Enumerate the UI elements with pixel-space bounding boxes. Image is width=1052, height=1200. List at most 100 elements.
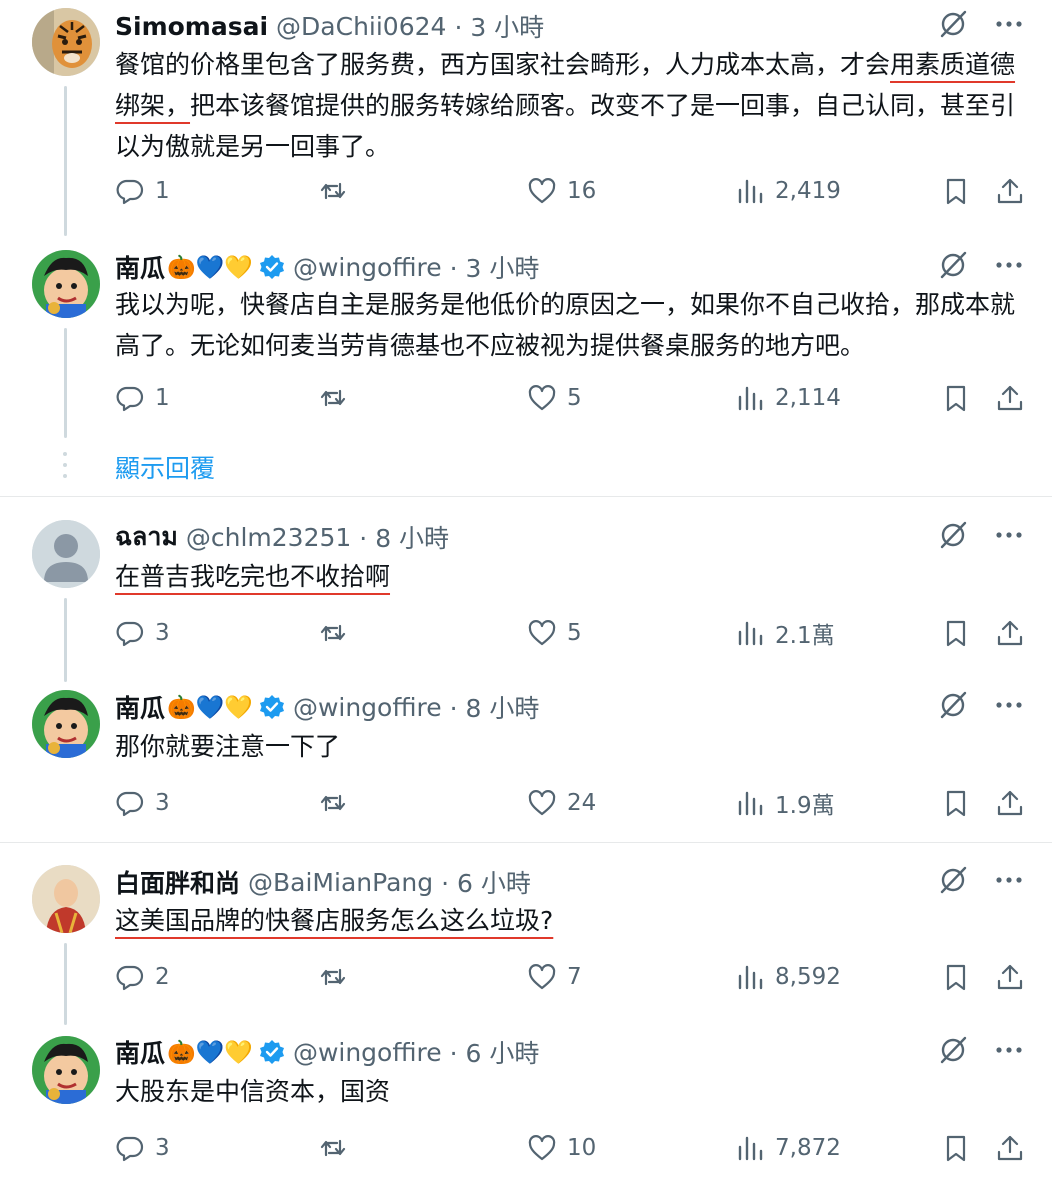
reply-button[interactable]: 3 bbox=[115, 615, 170, 651]
timestamp[interactable]: · 6 小時 bbox=[450, 1034, 540, 1070]
bookmark-icon bbox=[946, 385, 966, 412]
share-button[interactable] bbox=[995, 615, 1035, 651]
heart-icon bbox=[528, 964, 556, 990]
retweet-button[interactable] bbox=[318, 959, 358, 995]
tweet-text: 这美国品牌的快餐店服务怎么这么垃圾? bbox=[115, 900, 1020, 941]
bookmark-button[interactable] bbox=[941, 785, 981, 821]
retweet-button[interactable] bbox=[318, 1130, 358, 1166]
views-button[interactable]: 7,872 bbox=[735, 1130, 841, 1166]
more-icon[interactable] bbox=[994, 250, 1024, 284]
display-name[interactable]: 南瓜 bbox=[115, 249, 165, 285]
retweet-button[interactable] bbox=[318, 173, 358, 209]
share-button[interactable] bbox=[995, 173, 1035, 209]
user-handle[interactable]: @chlm23251 bbox=[186, 523, 351, 552]
reply-button[interactable]: 3 bbox=[115, 785, 170, 821]
grok-icon[interactable] bbox=[938, 250, 968, 284]
grok-icon[interactable] bbox=[938, 865, 968, 899]
like-button[interactable]: 10 bbox=[527, 1130, 596, 1166]
views-button[interactable]: 8,592 bbox=[735, 959, 841, 995]
avatar[interactable] bbox=[32, 865, 100, 933]
like-button[interactable]: 5 bbox=[527, 615, 582, 651]
tweet-actions: 3 5 2.1萬 bbox=[115, 615, 1025, 651]
bookmark-button[interactable] bbox=[941, 380, 981, 416]
retweet-icon bbox=[320, 182, 346, 200]
avatar[interactable] bbox=[32, 8, 100, 76]
view-count: 8,592 bbox=[775, 964, 841, 990]
more-icon[interactable] bbox=[994, 865, 1024, 899]
display-name[interactable]: ฉลาม bbox=[115, 517, 178, 557]
reply-count: 1 bbox=[155, 385, 170, 411]
avatar[interactable] bbox=[32, 1036, 100, 1104]
reply-count: 1 bbox=[155, 178, 170, 204]
avatar[interactable] bbox=[32, 520, 100, 588]
reply-button[interactable]: 2 bbox=[115, 959, 170, 995]
bookmark-button[interactable] bbox=[941, 615, 981, 651]
timestamp[interactable]: · 6 小時 bbox=[441, 864, 531, 900]
grok-icon[interactable] bbox=[938, 9, 968, 43]
views-button[interactable]: 2,114 bbox=[735, 380, 841, 416]
tweet-simomasai[interactable]: Simomasai @DaChii0624 · 3 小時 餐馆的价格里包含了服务… bbox=[0, 0, 1052, 490]
share-button[interactable] bbox=[995, 959, 1035, 995]
user-handle[interactable]: @wingoffire bbox=[293, 1038, 442, 1067]
retweet-button[interactable] bbox=[318, 785, 358, 821]
heart-icon bbox=[528, 385, 556, 411]
more-icon[interactable] bbox=[994, 1035, 1024, 1069]
views-icon bbox=[738, 965, 763, 990]
more-icon[interactable] bbox=[994, 9, 1024, 43]
display-name[interactable]: 白面胖和尚 bbox=[115, 864, 240, 900]
views-icon bbox=[738, 386, 763, 411]
display-name[interactable]: 南瓜 bbox=[115, 1034, 165, 1070]
heart-icon bbox=[528, 790, 556, 816]
avatar[interactable] bbox=[32, 690, 100, 758]
like-count: 5 bbox=[567, 385, 582, 411]
grok-icon[interactable] bbox=[938, 520, 968, 554]
reply-button[interactable]: 3 bbox=[115, 1130, 170, 1166]
share-button[interactable] bbox=[995, 1130, 1035, 1166]
views-button[interactable]: 2.1萬 bbox=[735, 615, 835, 651]
bookmark-icon bbox=[946, 1135, 966, 1162]
views-icon bbox=[738, 621, 763, 646]
timestamp[interactable]: · 8 小時 bbox=[450, 689, 540, 725]
retweet-button[interactable] bbox=[318, 615, 358, 651]
tweet-actions: 3 24 1.9萬 bbox=[115, 785, 1025, 821]
user-handle[interactable]: @DaChii0624 bbox=[276, 12, 446, 41]
more-icon[interactable] bbox=[994, 690, 1024, 724]
views-icon bbox=[738, 1136, 763, 1161]
reply-button[interactable]: 1 bbox=[115, 380, 170, 416]
avatar[interactable] bbox=[32, 250, 100, 318]
more-icon[interactable] bbox=[994, 520, 1024, 554]
share-button[interactable] bbox=[995, 380, 1035, 416]
share-icon bbox=[997, 1135, 1023, 1161]
like-button[interactable]: 24 bbox=[527, 785, 596, 821]
like-button[interactable]: 7 bbox=[527, 959, 582, 995]
name-emoji: 🎃💙💛 bbox=[167, 1039, 253, 1066]
timestamp[interactable]: · 3 小時 bbox=[450, 249, 540, 285]
reply-count: 2 bbox=[155, 964, 170, 990]
display-name[interactable]: Simomasai bbox=[115, 12, 268, 41]
tweet-text: 餐馆的价格里包含了服务费，西方国家社会畸形，人力成本太高，才会用素质道德绑架，把… bbox=[115, 44, 1020, 167]
user-handle[interactable]: @wingoffire bbox=[293, 253, 442, 282]
display-name[interactable]: 南瓜 bbox=[115, 689, 165, 725]
grok-icon[interactable] bbox=[938, 1035, 968, 1069]
tweet-text-part: 把本该餐馆提供的服务转嫁给顾客。改变不了是一回事，自己认同，甚至引以为傲就是另一… bbox=[115, 91, 1016, 161]
user-handle[interactable]: @BaiMianPang bbox=[248, 868, 433, 897]
bookmark-button[interactable] bbox=[941, 173, 981, 209]
user-handle[interactable]: @wingoffire bbox=[293, 693, 442, 722]
like-button[interactable]: 5 bbox=[527, 380, 582, 416]
views-button[interactable]: 2,419 bbox=[735, 173, 841, 209]
share-button[interactable] bbox=[995, 785, 1035, 821]
bookmark-button[interactable] bbox=[941, 1130, 981, 1166]
retweet-button[interactable] bbox=[318, 380, 358, 416]
timestamp[interactable]: · 3 小時 bbox=[454, 8, 544, 44]
like-button[interactable]: 16 bbox=[527, 173, 596, 209]
bookmark-button[interactable] bbox=[941, 959, 981, 995]
tweet-text: 在普吉我吃完也不收拾啊 bbox=[115, 556, 1020, 597]
views-button[interactable]: 1.9萬 bbox=[735, 785, 835, 821]
reply-button[interactable]: 1 bbox=[115, 173, 170, 209]
show-replies-link[interactable]: 顯示回覆 bbox=[115, 449, 215, 485]
tweet-actions: 1 16 2,419 bbox=[115, 173, 1025, 209]
timestamp[interactable]: · 8 小時 bbox=[359, 519, 449, 555]
tweet-text-highlight: 在普吉我吃完也不收拾啊 bbox=[115, 562, 391, 591]
heart-icon bbox=[528, 1135, 556, 1161]
grok-icon[interactable] bbox=[938, 690, 968, 724]
